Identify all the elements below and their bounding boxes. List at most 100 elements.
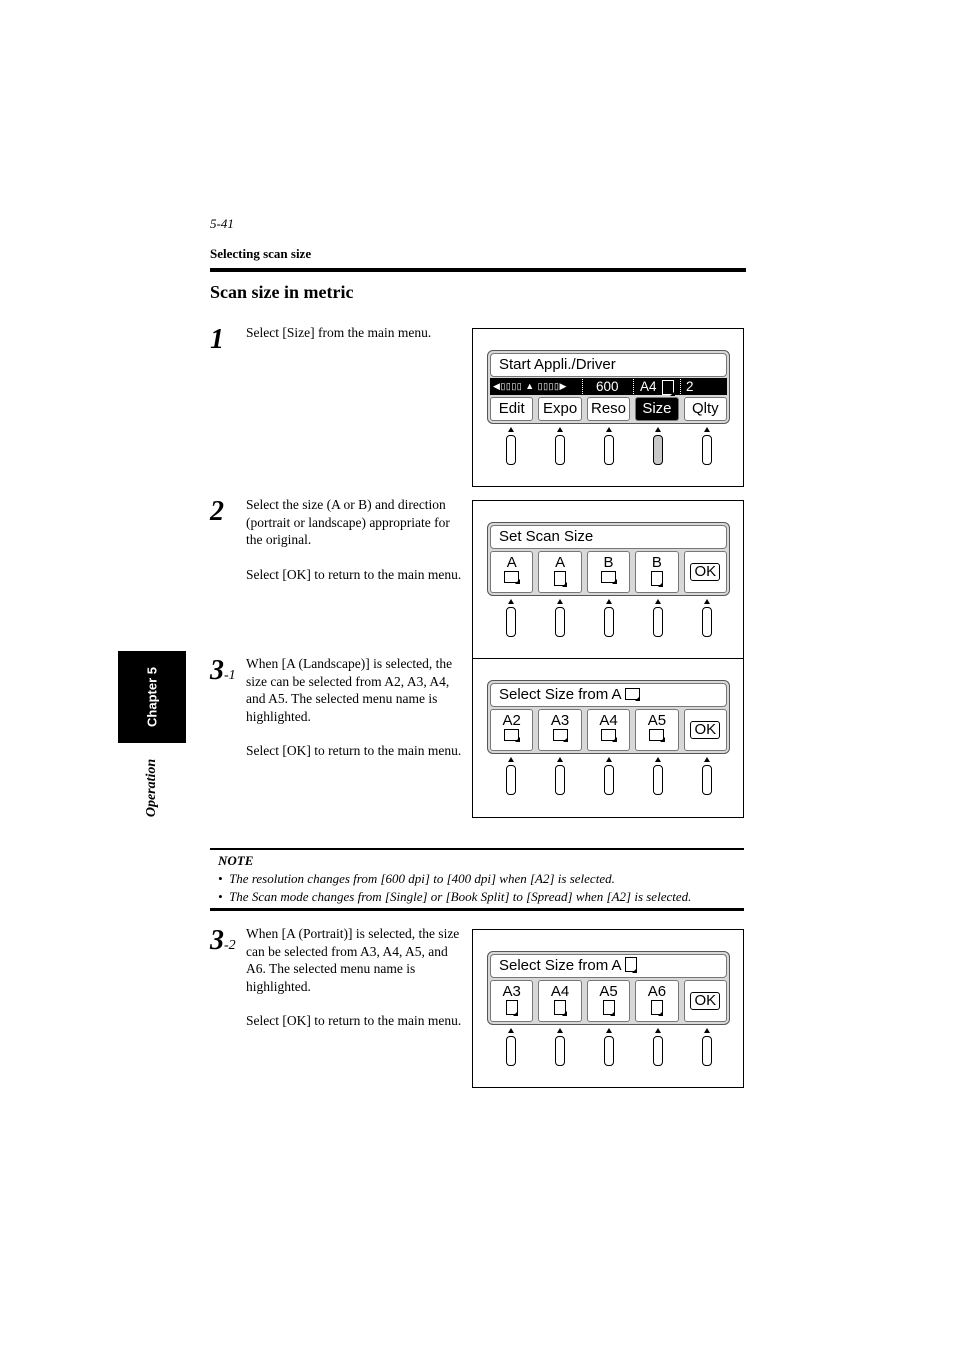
lcd-title: Start Appli./Driver bbox=[490, 353, 727, 377]
landscape-paper-icon bbox=[552, 729, 569, 742]
hardware-button-3[interactable] bbox=[604, 607, 614, 637]
hardware-button-4[interactable] bbox=[653, 1036, 663, 1066]
up-arrow-icon bbox=[655, 757, 661, 762]
key-expo[interactable]: Expo bbox=[538, 397, 582, 421]
hardware-buttons bbox=[487, 599, 730, 645]
up-arrow-icon bbox=[557, 599, 563, 604]
hardware-buttons bbox=[487, 1028, 730, 1074]
hardware-buttons bbox=[487, 427, 730, 473]
key-a4[interactable]: A4 bbox=[586, 709, 631, 751]
hardware-button-1[interactable] bbox=[506, 1036, 516, 1066]
chapter-tab: Chapter 5 bbox=[118, 651, 186, 743]
step-paragraph: Select [Size] from the main menu. bbox=[246, 325, 432, 340]
portrait-paper-icon bbox=[650, 1000, 664, 1016]
hardware-button-5[interactable] bbox=[702, 765, 712, 795]
key-label: A2 bbox=[502, 712, 521, 729]
hardware-button-5[interactable] bbox=[702, 607, 712, 637]
up-arrow-icon bbox=[508, 757, 514, 762]
key-a5[interactable]: A5 bbox=[586, 980, 631, 1022]
lcd-display: Set Scan Size A A B B OK bbox=[487, 522, 730, 596]
key-b-landscape[interactable]: B bbox=[586, 551, 631, 593]
copies-value: 2 bbox=[686, 379, 694, 394]
step-number: 3-2 bbox=[210, 925, 236, 956]
up-arrow-icon bbox=[704, 757, 710, 762]
ok-label: OK bbox=[690, 563, 721, 581]
key-ok[interactable]: OK bbox=[683, 709, 728, 751]
step-number: 1 bbox=[210, 324, 224, 355]
soft-keys: A A B B OK bbox=[490, 551, 728, 593]
note-title: NOTE bbox=[218, 853, 254, 868]
hardware-button-3[interactable] bbox=[604, 1036, 614, 1066]
ok-label: OK bbox=[690, 992, 721, 1010]
key-reso[interactable]: Reso bbox=[586, 397, 631, 421]
key-label: A bbox=[506, 554, 517, 571]
status-bar: ◀▯▯▯▯ ▲ ▯▯▯▯▶ 600 A4 2 bbox=[490, 378, 727, 396]
key-a2[interactable]: A2 bbox=[490, 709, 534, 751]
key-a3[interactable]: A3 bbox=[490, 980, 534, 1022]
hardware-button-4-pressed[interactable] bbox=[653, 435, 663, 465]
section-title: Selecting scan size bbox=[210, 246, 312, 261]
up-arrow-icon bbox=[704, 1028, 710, 1033]
step-text: When [A (Landscape)] is selected, the si… bbox=[246, 655, 466, 777]
hardware-button-3[interactable] bbox=[604, 765, 614, 795]
up-arrow-icon bbox=[557, 1028, 563, 1033]
step-paragraph: Select [OK] to return to the main menu. bbox=[246, 1013, 462, 1029]
hardware-button-5[interactable] bbox=[702, 435, 712, 465]
lcd-title: Set Scan Size bbox=[490, 525, 727, 549]
hardware-button-4[interactable] bbox=[653, 765, 663, 795]
hardware-button-1[interactable] bbox=[506, 607, 516, 637]
up-arrow-icon bbox=[655, 1028, 661, 1033]
density-scale-icon: ◀▯▯▯▯ ▲ ▯▯▯▯▶ bbox=[493, 381, 567, 391]
key-ok[interactable]: OK bbox=[683, 980, 728, 1022]
hardware-button-5[interactable] bbox=[702, 1036, 712, 1066]
key-ok[interactable]: OK bbox=[683, 551, 728, 593]
key-b-portrait[interactable]: B bbox=[635, 551, 679, 593]
portrait-paper-icon bbox=[505, 1000, 519, 1016]
key-a-portrait[interactable]: A bbox=[538, 551, 582, 593]
key-a6[interactable]: A6 bbox=[635, 980, 679, 1022]
divider bbox=[633, 379, 634, 394]
hardware-button-2[interactable] bbox=[555, 1036, 565, 1066]
landscape-paper-icon bbox=[504, 729, 520, 742]
hardware-button-2[interactable] bbox=[555, 607, 565, 637]
portrait-paper-icon bbox=[602, 1000, 616, 1016]
portrait-paper-icon bbox=[554, 1000, 567, 1016]
landscape-paper-icon bbox=[601, 571, 617, 584]
key-a4[interactable]: A4 bbox=[538, 980, 582, 1022]
step-text: Select [Size] from the main menu. bbox=[246, 324, 466, 359]
key-size[interactable]: Size bbox=[635, 397, 679, 421]
size-value: A4 bbox=[640, 379, 657, 394]
up-arrow-icon bbox=[606, 599, 612, 604]
lcd-title: Select Size from A bbox=[490, 954, 727, 978]
key-edit[interactable]: Edit bbox=[490, 397, 534, 421]
key-qlty[interactable]: Qlty bbox=[683, 397, 728, 421]
step-text: When [A (Portrait)] is selected, the siz… bbox=[246, 925, 466, 1047]
page-heading: Scan size in metric bbox=[210, 282, 354, 302]
up-arrow-icon bbox=[606, 757, 612, 762]
hardware-button-3[interactable] bbox=[604, 435, 614, 465]
key-a5[interactable]: A5 bbox=[635, 709, 679, 751]
lcd-panel-main-menu: Start Appli./Driver ◀▯▯▯▯ ▲ ▯▯▯▯▶ 600 A4… bbox=[472, 328, 744, 487]
key-a-landscape[interactable]: A bbox=[490, 551, 534, 593]
hardware-button-1[interactable] bbox=[506, 435, 516, 465]
step-paragraph: Select [OK] to return to the main menu. bbox=[246, 743, 462, 759]
key-label: A6 bbox=[647, 983, 667, 1000]
up-arrow-icon bbox=[557, 757, 563, 762]
step-number: 3-1 bbox=[210, 655, 236, 686]
portrait-paper-icon bbox=[650, 571, 664, 587]
key-label: A bbox=[555, 554, 566, 571]
key-label: A5 bbox=[599, 983, 618, 1000]
hardware-button-2[interactable] bbox=[555, 765, 565, 795]
step-text: Select the size (A or B) and direction (… bbox=[246, 496, 466, 600]
up-arrow-icon bbox=[704, 599, 710, 604]
hardware-button-4[interactable] bbox=[653, 607, 663, 637]
lcd-display: Select Size from A A3 A4 A5 A6 OK bbox=[487, 951, 730, 1025]
note-item: • The Scan mode changes from [Single] or… bbox=[218, 889, 692, 904]
up-arrow-icon bbox=[508, 599, 514, 604]
key-label: A3 bbox=[502, 983, 521, 1000]
hardware-button-1[interactable] bbox=[506, 765, 516, 795]
key-a3[interactable]: A3 bbox=[538, 709, 582, 751]
up-arrow-icon bbox=[704, 427, 710, 432]
step-paragraph: When [A (Landscape)] is selected, the si… bbox=[246, 656, 453, 724]
hardware-button-2[interactable] bbox=[555, 435, 565, 465]
